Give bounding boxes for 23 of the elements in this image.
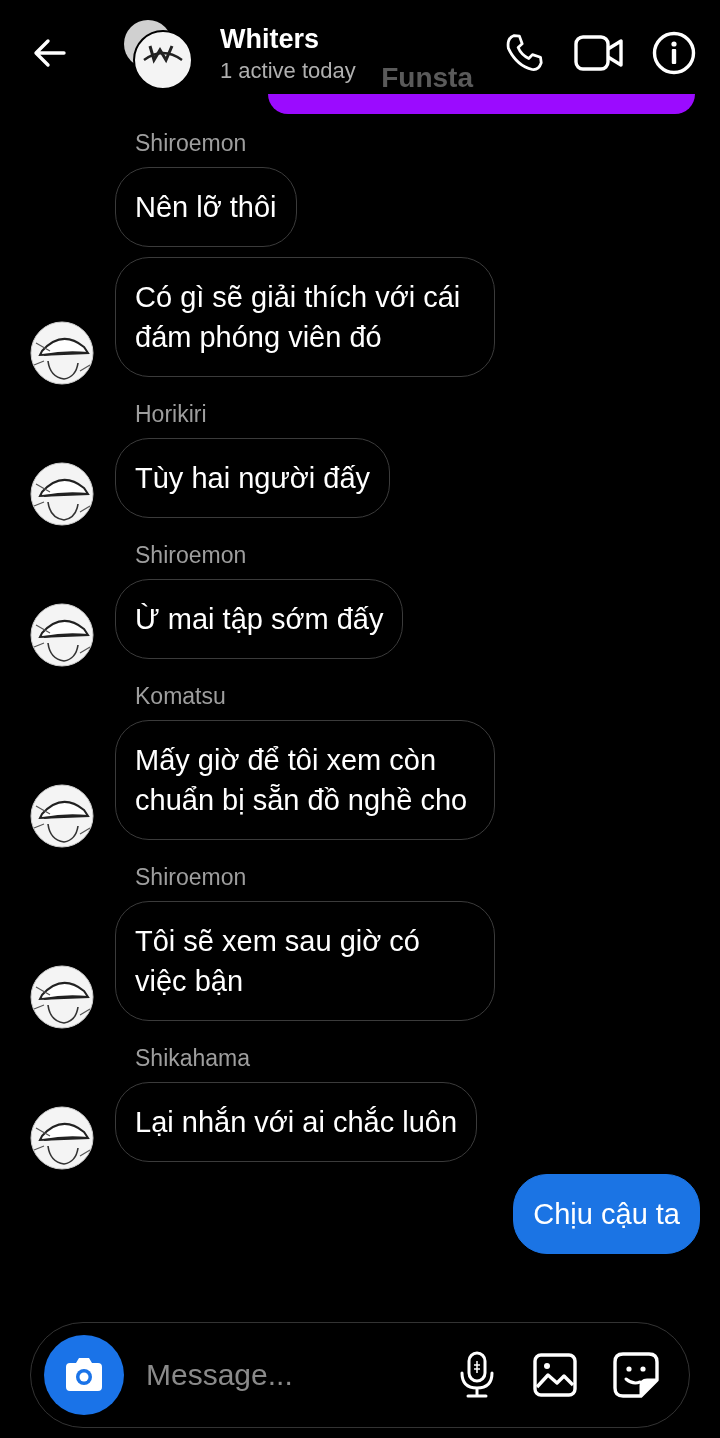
sender-name: Shiroemon: [135, 129, 247, 157]
message-bubble: Tùy hai người đấy: [115, 438, 391, 518]
message-text: Funsta: [381, 62, 473, 94]
sender-name: Shiroemon: [135, 541, 247, 569]
sender-name: Horikiri: [135, 400, 207, 428]
message-bubble: Chịu cậu ta: [513, 1174, 700, 1254]
video-call-icon[interactable]: [574, 33, 624, 73]
message-field[interactable]: Message...: [144, 1357, 421, 1393]
sender-name: Shiroemon: [135, 863, 247, 891]
message-bubble: Có gì sẽ giải thích với cái đám phóng viên đó: [115, 257, 495, 377]
message-bubble: Lại nhắn với ai chắc luôn: [115, 1082, 478, 1162]
camera-button[interactable]: [44, 1335, 124, 1415]
message-bubble: Nên lỡ thôi: [115, 167, 297, 247]
message-bubble: Ừ mai tập sớm đấy: [115, 579, 404, 659]
info-icon[interactable]: [652, 31, 696, 75]
message-bubble: Mấy giờ để tôi xem còn chuẩn bị sẵn đồ nghề cho: [115, 720, 495, 840]
sender-name: Shikahama: [135, 1044, 251, 1072]
gallery-icon[interactable]: [533, 1353, 577, 1397]
sticker-icon[interactable]: [613, 1352, 659, 1398]
sender-name: Komatsu: [135, 682, 226, 710]
chat-title[interactable]: Whiters: [220, 21, 474, 57]
active-status: 1 active today: [220, 57, 356, 85]
message-bubble: Tôi sẽ xem sau giờ có việc bận: [115, 901, 495, 1021]
